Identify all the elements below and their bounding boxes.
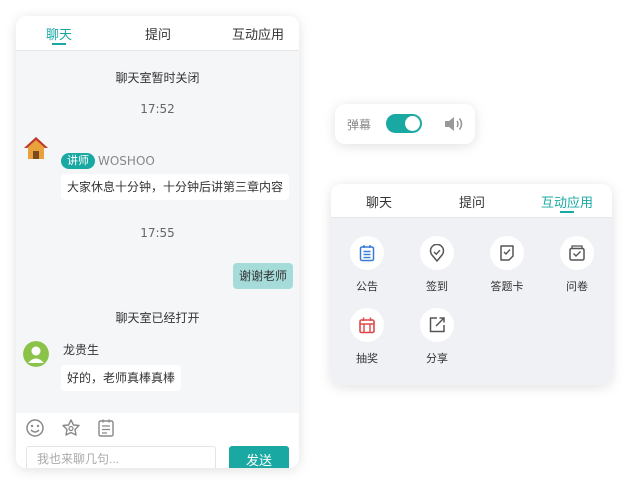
chat-input-area: 发送 xyxy=(16,413,299,468)
share-icon xyxy=(429,317,445,333)
notice-icon xyxy=(359,245,375,262)
app-survey-label: 问卷 xyxy=(566,280,588,293)
app-answer-card-circle xyxy=(490,236,524,270)
system-message: 聊天室已经打开 xyxy=(115,311,200,325)
active-tab-indicator xyxy=(560,211,574,213)
app-survey-circle xyxy=(560,236,594,270)
chat-tab-bar: 聊天 提问 互动应用 xyxy=(16,16,299,51)
app-share-circle xyxy=(420,308,454,342)
flower-icon[interactable] xyxy=(61,418,81,438)
timestamp: 17:52 xyxy=(140,102,175,116)
chat-panel: 聊天 提问 互动应用 聊天室暂时关闭 17:52 讲师 WOSHOO 大家休息十… xyxy=(16,16,299,468)
app-lottery-label: 抽奖 xyxy=(356,352,378,365)
danmaku-switch[interactable] xyxy=(386,114,422,133)
app-lottery-circle xyxy=(350,308,384,342)
tab-question[interactable]: 提问 xyxy=(459,192,485,211)
teacher-message-bubble: 大家休息十分钟，十分钟后讲第三章内容 xyxy=(61,174,290,200)
user-name: 龙贵生 xyxy=(63,343,100,357)
app-notice-label: 公告 xyxy=(356,280,378,293)
message-input[interactable] xyxy=(26,446,216,468)
app-checkin-circle xyxy=(420,236,454,270)
app-checkin-label: 签到 xyxy=(426,280,448,293)
app-notice-circle xyxy=(350,236,384,270)
checkin-icon xyxy=(429,244,445,262)
send-button[interactable]: 发送 xyxy=(229,446,289,468)
apps-tab-bar: 聊天 提问 互动应用 xyxy=(331,184,612,218)
speaker-icon[interactable] xyxy=(443,115,465,133)
danmaku-toggle-bar: 弹幕 xyxy=(335,104,475,144)
notes-icon[interactable] xyxy=(96,418,116,438)
survey-icon xyxy=(569,245,585,261)
system-message: 聊天室暂时关闭 xyxy=(115,71,200,85)
teacher-avatar xyxy=(24,137,48,159)
interactive-apps-panel: 聊天 提问 互动应用 公告 签到 答题卡 问卷 抽奖 分享 xyxy=(331,184,612,385)
timestamp: 17:55 xyxy=(140,226,175,240)
answer-card-icon xyxy=(500,245,514,261)
teacher-name: WOSHOO xyxy=(98,154,155,168)
my-message-bubble: 谢谢老师 xyxy=(233,263,294,289)
tab-question[interactable]: 提问 xyxy=(145,24,171,43)
tab-chat[interactable]: 聊天 xyxy=(46,24,72,43)
tab-interactive-apps[interactable]: 互动应用 xyxy=(232,24,284,43)
tab-chat[interactable]: 聊天 xyxy=(366,192,392,211)
danmaku-label: 弹幕 xyxy=(347,118,372,132)
chat-message-list[interactable]: 聊天室暂时关闭 17:52 讲师 WOSHOO 大家休息十分钟，十分钟后讲第三章… xyxy=(16,51,299,413)
teacher-badge: 讲师 xyxy=(61,153,95,169)
user-avatar xyxy=(23,341,49,367)
tab-interactive-apps[interactable]: 互动应用 xyxy=(541,192,593,211)
app-answer-card-label: 答题卡 xyxy=(490,280,524,293)
lottery-icon xyxy=(359,317,375,334)
active-tab-indicator xyxy=(52,43,66,45)
apps-grid: 公告 签到 答题卡 问卷 抽奖 分享 xyxy=(331,218,612,385)
app-share-label: 分享 xyxy=(426,352,448,365)
user-message-bubble: 好的，老师真棒真棒 xyxy=(61,365,182,391)
emoji-icon[interactable] xyxy=(25,418,45,438)
switch-knob xyxy=(405,116,420,131)
